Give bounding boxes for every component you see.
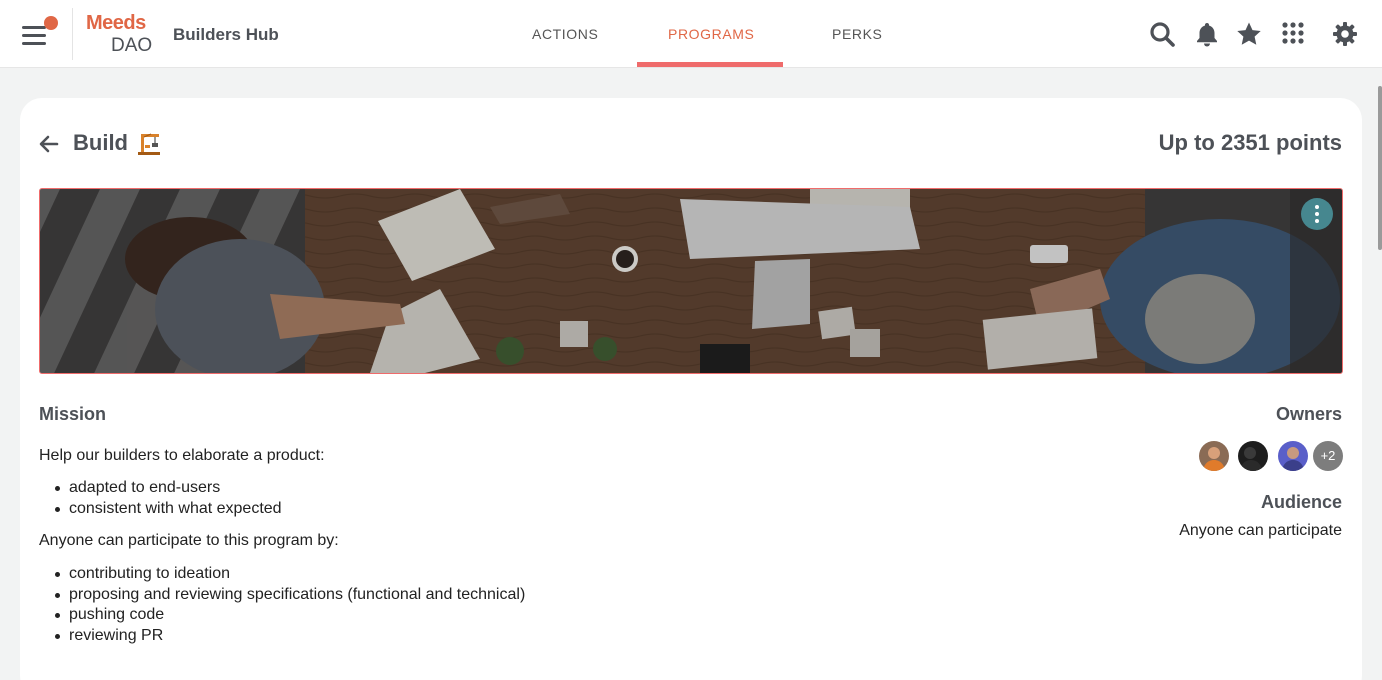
list-item: reviewing PR bbox=[54, 626, 525, 647]
tab-actions[interactable]: ACTIONS bbox=[532, 26, 598, 42]
tab-programs[interactable]: PROGRAMS bbox=[668, 26, 754, 42]
audience-heading: Audience bbox=[1260, 492, 1342, 512]
top-bar: Meeds DAO Builders Hub ACTIONS PROGRAMS … bbox=[0, 0, 1382, 68]
list-item: contributing to ideation bbox=[54, 564, 525, 585]
mission-intro: Help our builders to elaborate a product… bbox=[39, 447, 325, 464]
owner-avatar[interactable] bbox=[1278, 441, 1308, 471]
menu-icon[interactable] bbox=[20, 16, 58, 48]
more-owners-badge[interactable]: +2 bbox=[1313, 441, 1343, 471]
list-item: adapted to end-users bbox=[55, 478, 282, 499]
back-arrow-icon[interactable] bbox=[37, 132, 61, 156]
goals-list: adapted to end-users consistent with wha… bbox=[55, 478, 282, 520]
program-banner-image bbox=[39, 188, 1343, 374]
participation-list: contributing to ideation proposing and r… bbox=[54, 564, 525, 647]
program-title: Build bbox=[73, 130, 128, 155]
banner-options-button[interactable] bbox=[1301, 198, 1333, 230]
owners-heading: Owners bbox=[1275, 404, 1342, 424]
owner-avatar[interactable] bbox=[1238, 441, 1268, 471]
active-tab-indicator bbox=[637, 62, 783, 67]
bell-icon[interactable] bbox=[1193, 20, 1221, 48]
hub-title[interactable]: Builders Hub bbox=[173, 25, 279, 45]
list-item: proposing and reviewing specifications (… bbox=[54, 585, 525, 606]
star-icon[interactable] bbox=[1235, 20, 1263, 48]
owner-avatar[interactable] bbox=[1199, 441, 1229, 471]
gear-icon[interactable] bbox=[1331, 20, 1359, 48]
divider bbox=[72, 8, 73, 60]
notification-dot bbox=[44, 16, 58, 30]
logo-bottom-text: DAO bbox=[111, 35, 153, 56]
meeds-logo[interactable]: Meeds DAO bbox=[84, 12, 154, 56]
logo-top-text: Meeds bbox=[86, 12, 146, 34]
list-item: pushing code bbox=[54, 605, 525, 626]
audience-value: Anyone can participate bbox=[1179, 522, 1342, 539]
program-points: Up to 2351 points bbox=[1158, 130, 1342, 155]
mission-heading: Mission bbox=[39, 404, 107, 424]
tab-perks[interactable]: PERKS bbox=[832, 26, 882, 42]
search-icon[interactable] bbox=[1148, 20, 1176, 48]
page-scrollbar[interactable] bbox=[1378, 86, 1382, 250]
crane-icon bbox=[136, 130, 162, 156]
participate-intro: Anyone can participate to this program b… bbox=[39, 532, 339, 549]
list-item: consistent with what expected bbox=[55, 499, 282, 520]
apps-grid-icon[interactable] bbox=[1280, 20, 1308, 48]
